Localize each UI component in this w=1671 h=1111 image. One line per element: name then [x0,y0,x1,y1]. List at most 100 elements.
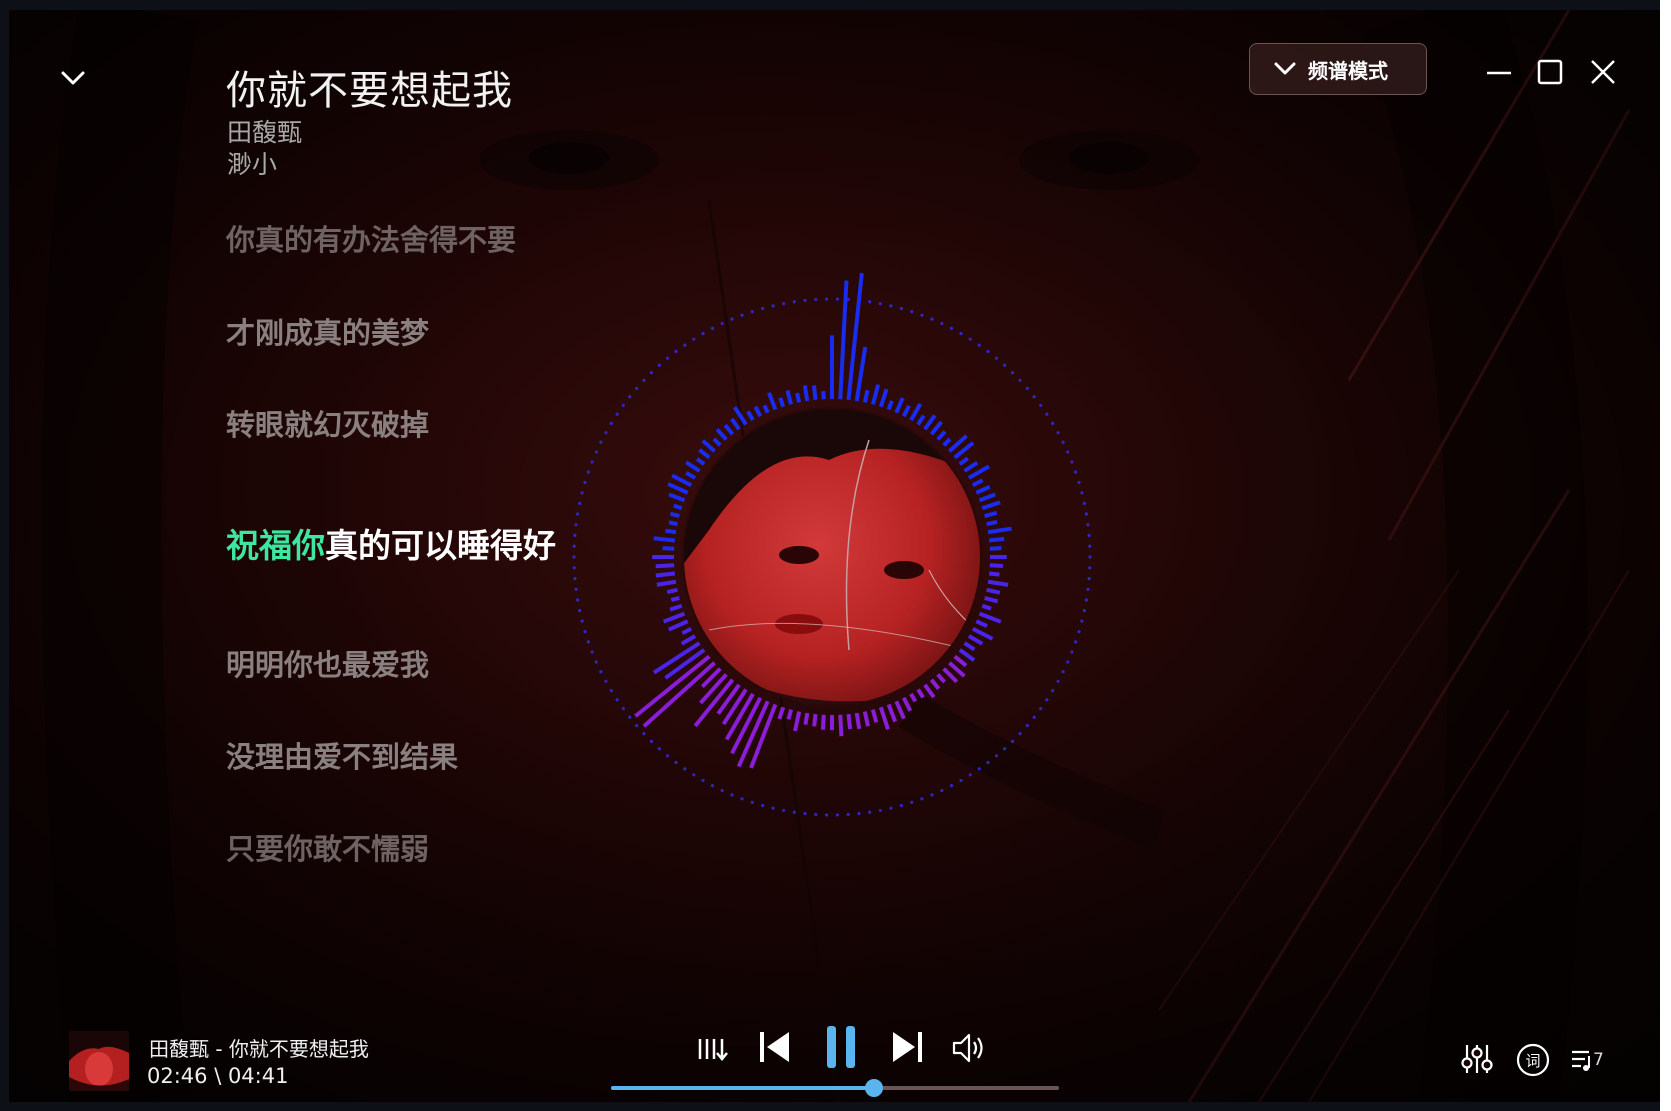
spectrum-dot [720,321,724,326]
spectrum-dot [1088,566,1092,570]
spectrum-bar [733,406,748,426]
spectrum-bar [668,520,678,527]
lyric-line[interactable]: 才刚成真的美梦 [226,310,429,352]
spectrum-dot [576,512,580,516]
lyrics-button[interactable]: 词 [1515,1042,1551,1082]
spectrum-dot [792,300,796,304]
spectrum-dot [968,773,972,777]
pause-button[interactable] [819,1022,863,1076]
lyric-line[interactable]: 转眼就幻灭破掉 [226,402,429,444]
spectrum-dot [692,773,696,777]
spectrum-dot [750,800,754,804]
next-icon [893,1032,922,1062]
spectrum-dot [730,793,734,797]
spectrum-dot [899,803,903,808]
spectrum-bar [662,546,675,551]
spectrum-dot [761,306,765,311]
spectrum-dot [609,689,613,693]
spectrum-dot [868,300,872,304]
volume-button[interactable] [949,1029,989,1071]
spectrum-bar [698,448,711,460]
song-album[interactable]: 渺小 [227,145,277,181]
lyric-line[interactable]: 你真的有办法舍得不要 [226,217,516,259]
spectrum-dot [920,313,924,317]
spectrum-dot [674,349,678,354]
lyric-line[interactable]: 没理由爱不到结果 [226,734,458,776]
spectrum-dot [635,723,639,728]
spectrum-dot [649,371,654,375]
spectrum-bar [655,563,675,569]
spectrum-dot [590,460,594,464]
spectrum-dot [803,298,807,303]
spectrum-dot [604,679,608,683]
spectrum-dot [1032,395,1036,399]
spectrum-bar [978,611,1002,624]
next-button[interactable] [887,1027,927,1071]
visual-mode-button[interactable] [693,1031,729,1071]
spectrum-bar [854,346,868,402]
spectrum-bar [712,437,722,447]
previous-button[interactable] [755,1027,795,1071]
spectrum-bar [777,706,786,720]
spectrum-dot [683,343,687,347]
spectrum-dot [604,431,608,435]
spectrum-bar [767,391,778,411]
spectrum-dot [1003,747,1007,751]
spectrum-bar [730,417,741,431]
queue-count: 7 [1593,1050,1604,1070]
spectrum-bar [870,709,879,723]
spectrum-dot [583,629,587,634]
chevron-down-icon [61,71,85,85]
spectrum-bar [846,272,864,401]
spectrum-mode-button[interactable]: 频谱模式 [1249,43,1427,95]
spectrum-dot [615,698,619,702]
sound-effects-button[interactable] [1460,1042,1494,1080]
spectrum-dot [1088,544,1092,548]
progress-knob[interactable] [864,1079,883,1097]
spectrum-dot [621,403,625,407]
close-button[interactable] [1581,50,1625,94]
spectrum-dot [1018,732,1022,736]
spectrum-dot [572,566,576,570]
spectrum-bar [838,280,849,400]
spectrum-bar [981,500,1001,511]
spectrum-bar [984,595,999,604]
spectrum-dot [580,491,584,495]
spectrum-bar [948,661,966,678]
spectrum-bar [652,641,701,675]
spectrum-dot [1010,371,1015,375]
window-top-border [0,0,1671,10]
spectrum-dot [573,533,577,538]
lyrics-icon: 词 [1516,1043,1550,1077]
lyric-line[interactable]: 明明你也最爱我 [226,642,429,684]
spectrum-dot [1080,491,1084,495]
spectrum-dot [977,767,981,771]
volume-icon [952,1033,983,1063]
maximize-button[interactable] [1528,50,1572,94]
spectrum-bar [671,473,693,488]
spectrum-bar [854,712,862,730]
spectrum-bar [953,441,975,460]
spectrum-dot [1077,480,1081,485]
progress-slider[interactable] [611,1079,1059,1097]
spectrum-dot [1051,421,1055,425]
spectrum-dot [1087,576,1091,581]
close-icon [1591,60,1615,84]
spectrum-dot [949,784,954,788]
spectrum-dot [701,331,705,336]
song-artist[interactable]: 田馥甄 [227,113,302,149]
now-playing-cover[interactable] [69,1031,129,1091]
collapse-player-button[interactable] [49,54,97,102]
spectrum-bar [736,700,770,768]
spectrum-dot [586,640,590,644]
window-left-border [0,0,9,1111]
spectrum-bar [681,626,693,636]
lyric-line-current[interactable]: 祝福你真的可以睡得好 [226,519,556,567]
spectrum-dot [1025,386,1029,391]
spectrum-dot [1051,689,1055,693]
spectrum-bar [786,709,794,720]
lyric-line[interactable]: 只要你敢不懦弱 [226,826,429,868]
spectrum-dot [649,739,654,743]
minimize-button[interactable] [1477,50,1521,94]
spectrum-dot [642,732,646,736]
